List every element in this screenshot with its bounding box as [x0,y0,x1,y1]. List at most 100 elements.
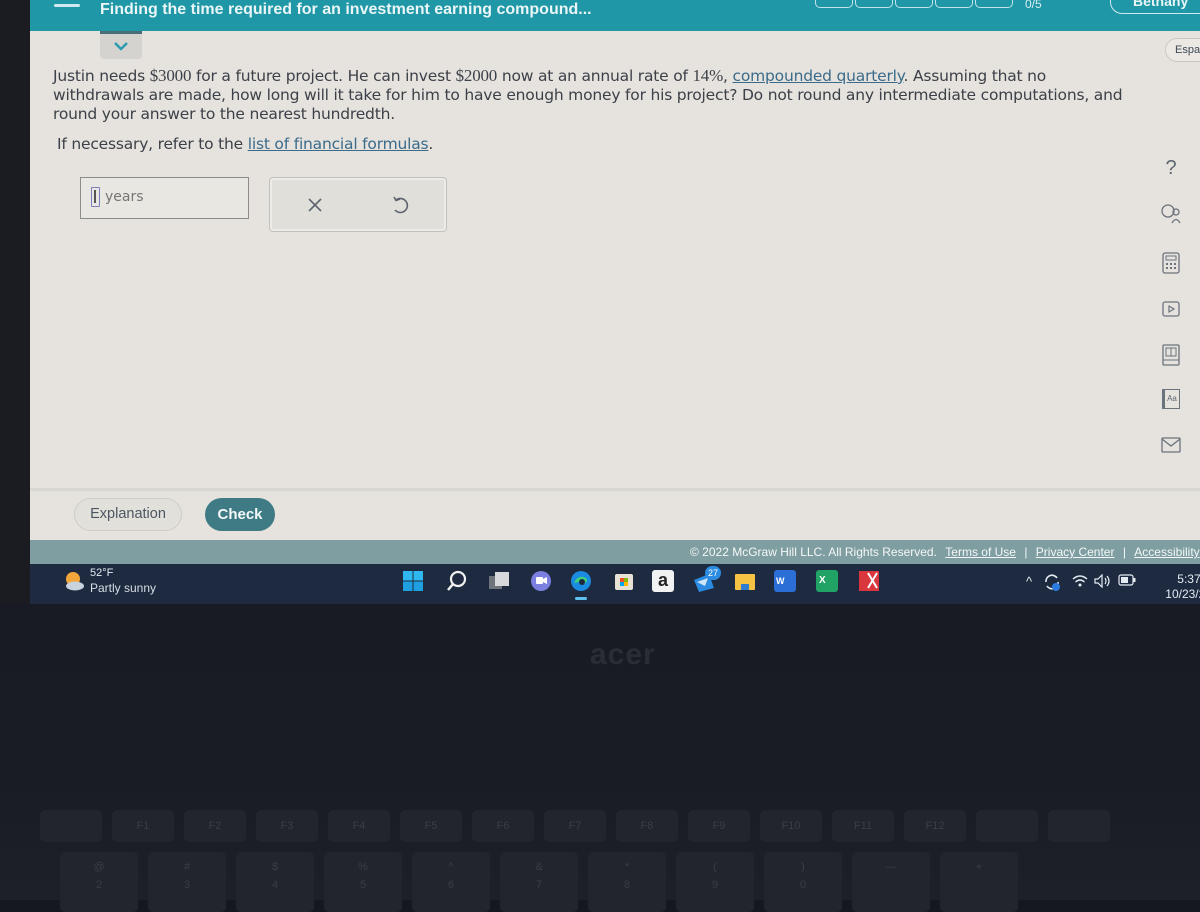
keyboard-key: F12 [904,810,966,842]
amount-needed: $3000 [149,66,192,85]
message-icon[interactable] [1158,432,1184,458]
footer-separator: | [1024,545,1028,559]
progress-segment [855,0,893,8]
question-text: Justin needs $3000 for a future project.… [53,66,1128,124]
microsoft-store-icon[interactable] [613,570,635,592]
clock-date: 10/23/20 [1165,587,1200,601]
keyboard-key: F10 [760,810,822,842]
keyboard-key [40,810,102,842]
language-toggle-button[interactable]: Espa [1165,38,1200,62]
keyboard-key [976,810,1038,842]
ask-instructor-icon[interactable] [1158,200,1184,226]
keyboard-key: F1 [112,810,174,842]
terms-of-use-link[interactable]: Terms of Use [945,545,1016,559]
keyboard-key: F4 [328,810,390,842]
glossary-icon[interactable]: Aa [1158,386,1184,412]
laptop-brand-logo: acer [590,638,656,671]
explanation-button[interactable]: Explanation [74,498,182,531]
question-text-part: now at an annual rate of [497,67,693,85]
keyboard-key: F3 [256,810,318,842]
keyboard-key: % 5 [324,852,402,912]
amazon-icon[interactable]: a [652,570,674,592]
question-text-part: Justin needs [53,67,150,85]
privacy-center-link[interactable]: Privacy Center [1036,545,1115,559]
keyboard-key: F9 [688,810,750,842]
close-icon [308,198,322,212]
weather-description[interactable]: Partly sunny [90,581,156,595]
refer-suffix: . [428,135,434,153]
sync-icon[interactable] [1042,572,1062,592]
progress-bar [815,0,1013,8]
keyboard-key: # 3 [148,852,226,912]
copyright-text: © 2022 McGraw Hill LLC. All Rights Reser… [690,545,937,559]
chevron-down-icon [114,42,128,51]
progress-segment [935,0,973,8]
user-menu-button[interactable]: Bethany [1110,0,1200,14]
file-explorer-icon[interactable] [734,570,756,592]
answer-input[interactable] [105,189,225,205]
windows-start-icon[interactable] [402,570,424,592]
answer-input-cursor [91,187,100,207]
question-text-part: for a future project. He can invest [191,67,456,85]
progress-count: 0/5 [1025,0,1042,11]
answer-field[interactable] [80,177,249,219]
task-view-icon[interactable] [488,570,510,592]
system-clock[interactable]: 5:37 P 10/23/20 [1152,572,1200,602]
progress-segment [895,0,933,8]
keyboard-key: ^ 6 [412,852,490,912]
keyboard-key: & 7 [500,852,578,912]
keyboard-key: F6 [472,810,534,842]
glossary-label: Aa [1162,389,1180,409]
help-icon[interactable]: ? [1158,155,1184,181]
page-footer: © 2022 McGraw Hill LLC. All Rights Reser… [30,540,1200,564]
accessibility-link[interactable]: Accessibility [1134,545,1199,559]
clear-button[interactable] [300,190,330,220]
pdf-app-icon[interactable] [858,570,880,592]
footer-links: © 2022 McGraw Hill LLC. All Rights Reser… [690,545,1200,559]
check-button[interactable]: Check [205,498,275,531]
wifi-icon[interactable] [1072,574,1088,591]
keyboard-key [1048,810,1110,842]
word-icon[interactable]: W [774,570,796,592]
keyboard-key: ) 0 [764,852,842,912]
progress-segment [975,0,1013,8]
edge-browser-icon[interactable] [570,570,592,592]
question-text-part: , [723,67,733,85]
undo-icon [393,196,409,214]
keyboard-key: — [852,852,930,912]
battery-icon[interactable] [1118,574,1136,589]
windows-taskbar: 52°F Partly sunny a 27 W X ^ 5:37 P 10/2… [30,564,1200,604]
assignment-header: Finding the time required for an investm… [30,0,1200,31]
keyboard-key: F5 [400,810,462,842]
menu-icon[interactable] [54,4,80,7]
undo-button[interactable] [385,190,415,220]
partly-sunny-icon[interactable] [62,569,86,593]
answer-tools [269,177,447,232]
active-app-indicator [575,597,587,600]
show-hidden-icons[interactable]: ^ [1026,574,1032,589]
number-key-row: @ 2 # 3 $ 4% 5 ^ 6 & 7 * 8( 9) 0— + [60,852,1018,912]
excel-icon[interactable]: X [816,570,838,592]
teams-chat-icon[interactable] [530,570,552,592]
ebook-icon[interactable] [1158,342,1184,368]
laptop-body: acer F1 F2 F3 F4 F5 F6 F7 F8 F9 F10 F11 F12 @ 2 # 3 $… [0,604,1200,912]
video-icon[interactable] [1158,296,1184,322]
assignment-title: Finding the time required for an investm… [100,1,592,18]
keyboard-key: F7 [544,810,606,842]
keyboard-key: F2 [184,810,246,842]
weather-temperature[interactable]: 52°F [90,567,113,579]
formula-reference: If necessary, refer to the list of finan… [57,135,433,153]
compounded-quarterly-link[interactable]: compounded quarterly [733,67,904,85]
screen-bezel [0,0,30,604]
clock-time: 5:37 P [1177,572,1200,586]
mail-unread-badge: 27 [705,566,721,580]
footer-separator: | [1122,545,1126,559]
search-icon[interactable] [446,570,468,592]
volume-icon[interactable] [1094,573,1112,591]
collapse-button[interactable] [100,31,142,59]
financial-formulas-link[interactable]: list of financial formulas [248,135,429,153]
interest-rate: 14% [692,66,724,85]
keyboard-key: * 8 [588,852,666,912]
keyboard-key: F8 [616,810,678,842]
calculator-icon[interactable] [1158,250,1184,276]
